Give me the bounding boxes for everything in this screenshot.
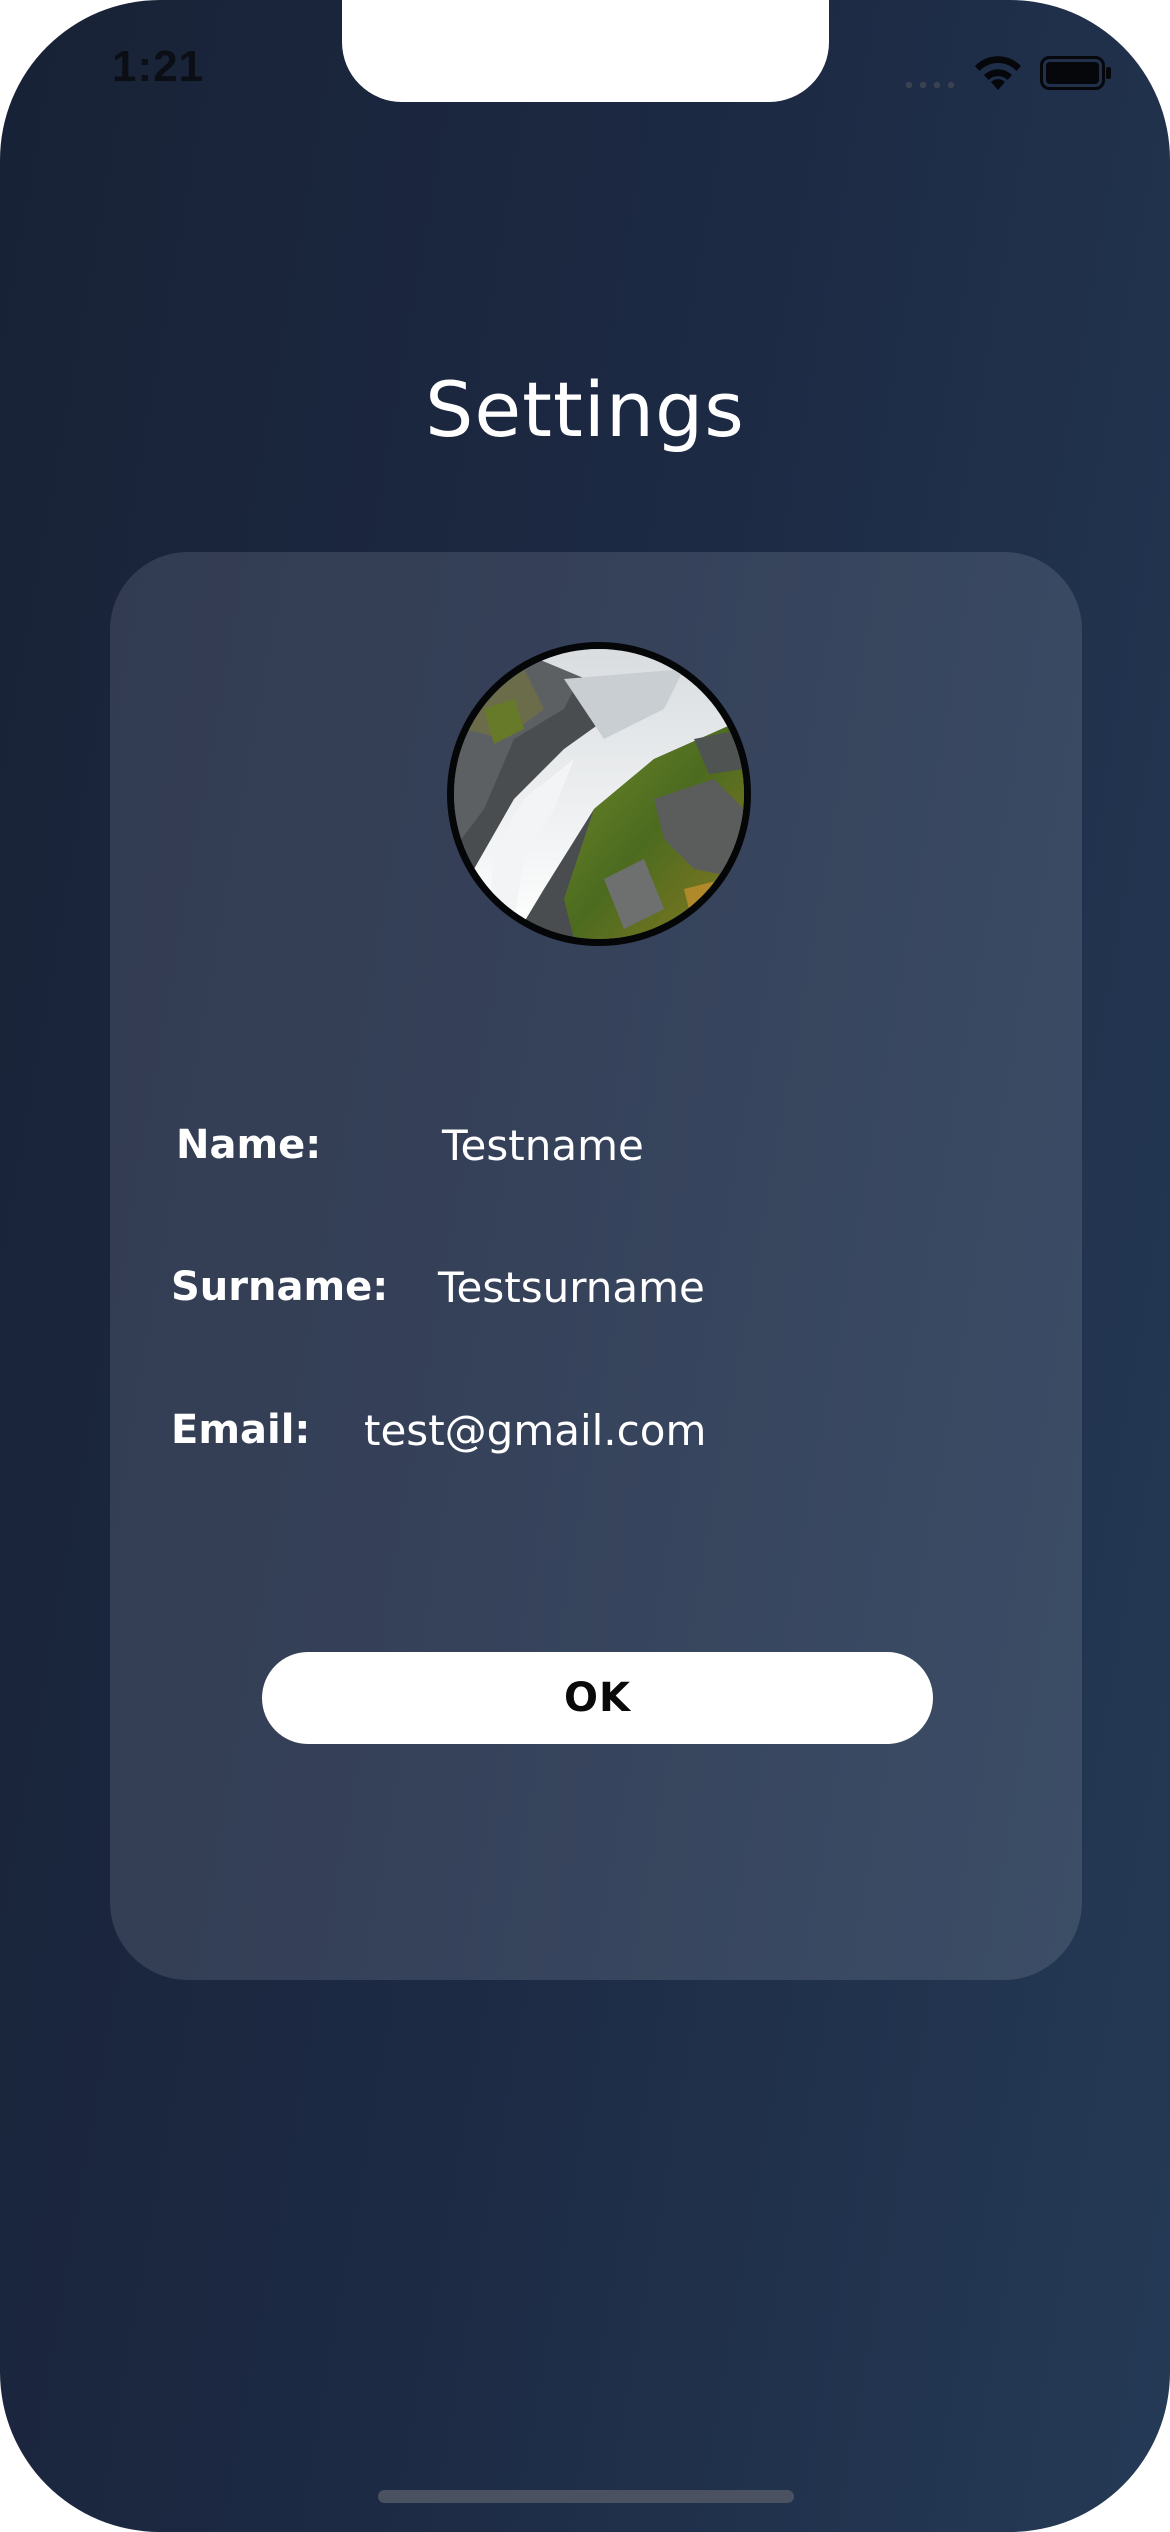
app-screen: 1:21 Settings Name: Testname Surname: Te…: [0, 0, 1170, 2532]
cellular-signal-icon: [905, 81, 955, 89]
status-time: 1:21: [112, 42, 205, 91]
ok-button[interactable]: OK: [262, 1652, 933, 1744]
email-value[interactable]: test@gmail.com: [364, 1406, 706, 1455]
name-value[interactable]: Testname: [442, 1121, 644, 1170]
waterfall-photo: [454, 649, 744, 939]
battery-icon: [1040, 56, 1111, 90]
email-label: Email:: [171, 1407, 311, 1453]
home-indicator[interactable]: [378, 2490, 794, 2503]
page-title: Settings: [425, 365, 745, 454]
device-notch: [342, 0, 829, 102]
name-label: Name:: [176, 1122, 322, 1168]
surname-label: Surname:: [171, 1264, 389, 1310]
wifi-icon: [975, 56, 1021, 90]
surname-value[interactable]: Testsurname: [438, 1263, 705, 1312]
profile-avatar[interactable]: [447, 642, 751, 946]
